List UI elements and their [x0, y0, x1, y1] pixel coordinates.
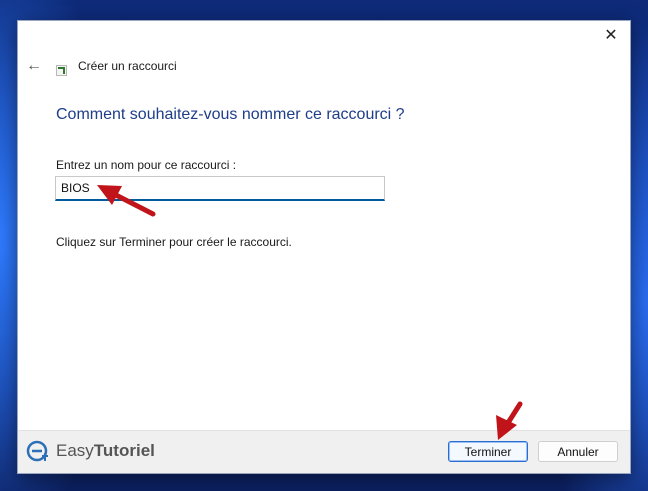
dialog-footer: EasyTutoriel Terminer Annuler [18, 430, 630, 473]
create-shortcut-dialog: ✕ ← Créer un raccourci Comment souhaitez… [17, 20, 631, 474]
brand-suffix: Tutoriel [93, 441, 155, 460]
cancel-button[interactable]: Annuler [538, 441, 618, 462]
shortcut-icon [56, 64, 67, 76]
brand-name: EasyTutoriel [56, 441, 155, 461]
brand-prefix: Easy [56, 441, 94, 460]
easytutoriel-watermark: EasyTutoriel [26, 439, 155, 463]
close-button[interactable]: ✕ [598, 25, 624, 47]
shortcut-name-input[interactable] [55, 176, 385, 201]
dialog-title: Créer un raccourci [78, 59, 177, 73]
dialog-header: ← Créer un raccourci [26, 55, 177, 77]
shortcut-name-label: Entrez un nom pour ce raccourci : [56, 158, 237, 172]
finish-button[interactable]: Terminer [448, 441, 528, 462]
back-arrow-icon[interactable]: ← [26, 58, 42, 74]
page-heading: Comment souhaitez-vous nommer ce raccour… [56, 106, 405, 123]
close-icon: ✕ [604, 27, 618, 44]
finish-hint-text: Cliquez sur Terminer pour créer le racco… [56, 235, 292, 249]
easytutoriel-logo-icon [26, 440, 48, 462]
